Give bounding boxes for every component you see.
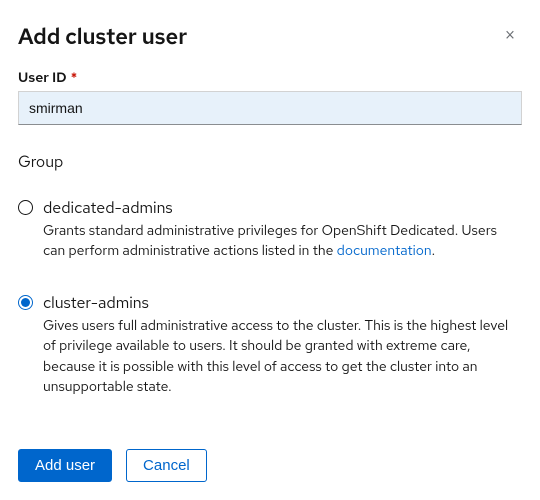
cancel-button[interactable]: Cancel <box>126 449 207 482</box>
group-label: Group <box>18 151 522 172</box>
dialog-footer: Add user Cancel <box>18 449 207 482</box>
user-id-label-text: User ID <box>18 69 67 87</box>
radio-input-cluster-admins[interactable] <box>18 295 33 310</box>
documentation-link[interactable]: documentation <box>337 242 432 260</box>
radio-option-dedicated-admins[interactable]: dedicated-admins Grants standard adminis… <box>18 198 522 261</box>
add-user-button[interactable]: Add user <box>18 449 112 482</box>
radio-title: cluster-admins <box>43 293 522 314</box>
radio-description: Grants standard administrative privilege… <box>43 221 522 262</box>
radio-input-dedicated-admins[interactable] <box>18 200 33 215</box>
user-id-label: User ID* <box>18 69 522 87</box>
dialog-title: Add cluster user <box>18 22 187 51</box>
radio-desc-text-post: . <box>432 242 436 260</box>
radio-title: dedicated-admins <box>43 198 522 219</box>
close-icon[interactable]: × <box>498 22 522 50</box>
radio-description: Gives users full administrative access t… <box>43 316 522 397</box>
required-marker: * <box>71 69 78 87</box>
user-id-input[interactable] <box>18 91 522 125</box>
radio-option-cluster-admins[interactable]: cluster-admins Gives users full administ… <box>18 293 522 397</box>
